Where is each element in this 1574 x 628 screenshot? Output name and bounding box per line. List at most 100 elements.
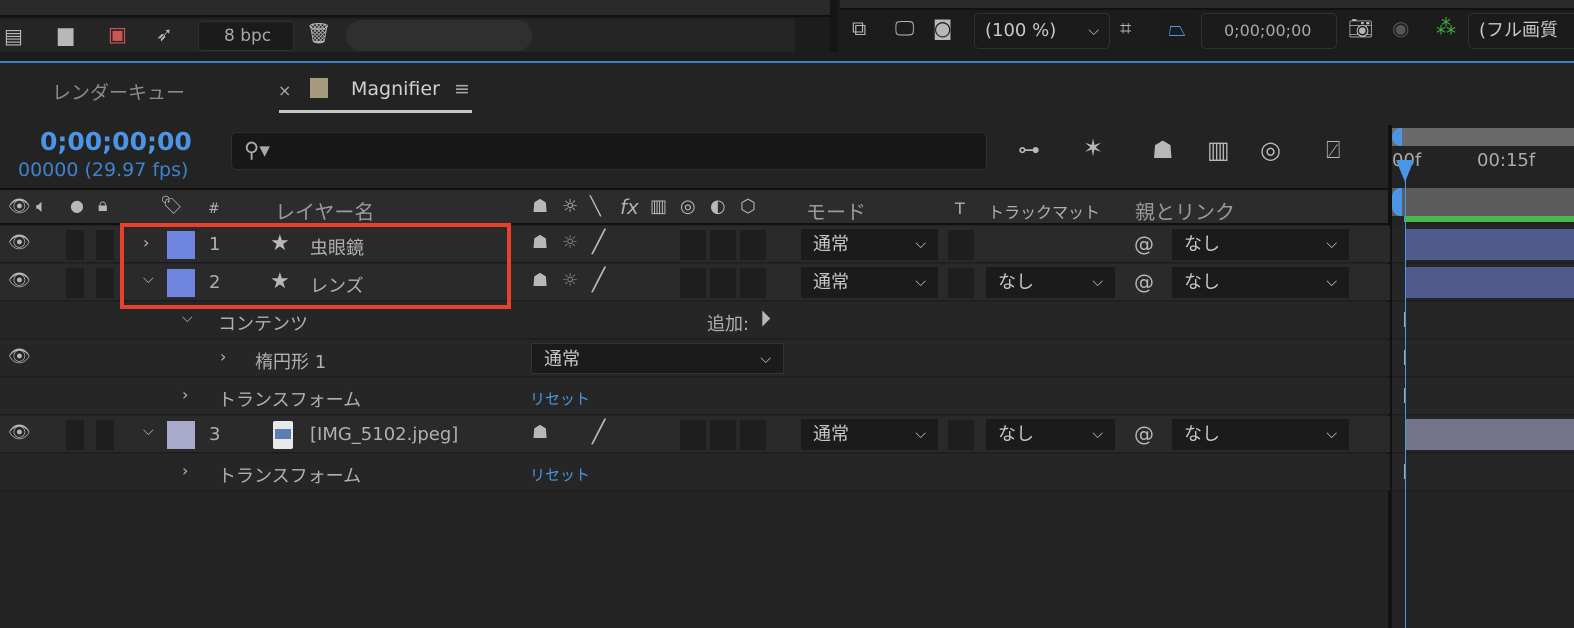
- shy-icon[interactable]: ☗: [532, 424, 548, 442]
- audio-toggle[interactable]: [66, 230, 84, 260]
- snapshot-camera-icon[interactable]: 📷︎: [1348, 18, 1373, 38]
- transparency-grid-toggle[interactable]: ⏢: [1157, 13, 1197, 49]
- mode-dropdown[interactable]: 通常 ⌵: [801, 267, 938, 298]
- visibility-eye-icon[interactable]: 👁︎: [8, 272, 31, 290]
- folder-icon[interactable]: ▆: [58, 24, 73, 44]
- vr-mask-icon[interactable]: ◙: [933, 18, 952, 38]
- layer-name[interactable]: [IMG_5102.jpeg]: [310, 424, 458, 445]
- expand-chevron-icon[interactable]: ›: [182, 387, 188, 403]
- parent-dropdown[interactable]: なし ⌵: [1172, 229, 1349, 260]
- visibility-eye-icon[interactable]: 👁︎: [8, 234, 31, 252]
- switch-box[interactable]: [680, 230, 706, 260]
- expand-chevron-icon[interactable]: ›: [220, 349, 226, 365]
- monitor-icon[interactable]: 🖵: [895, 18, 914, 38]
- preserve-transparency-toggle[interactable]: [948, 230, 974, 260]
- render-icon[interactable]: ➶: [156, 24, 173, 44]
- visibility-eye-icon[interactable]: 👁︎: [8, 348, 31, 366]
- ellipse-row[interactable]: 👁︎ › 楕円形 1 通常 ⌵: [0, 340, 1390, 377]
- solo-toggle[interactable]: [96, 268, 114, 298]
- switch-box[interactable]: [740, 268, 766, 298]
- new-composition-icon[interactable]: ▣: [108, 24, 127, 44]
- transform-row[interactable]: › トランスフォーム リセット: [0, 378, 1390, 415]
- column-preserve-transparency[interactable]: T: [955, 199, 965, 218]
- 3d-layer-icon[interactable]: ⬡: [740, 198, 756, 216]
- video-eye-icon[interactable]: 👁︎: [8, 198, 31, 216]
- timeline-track-1[interactable]: [1392, 226, 1574, 263]
- playhead-handle[interactable]: [1396, 160, 1414, 182]
- column-track-matte[interactable]: トラックマット: [988, 199, 1100, 223]
- collapse-icon[interactable]: ☼: [562, 272, 578, 290]
- duration-start-handle[interactable]: [1392, 188, 1402, 216]
- column-mode[interactable]: モード: [806, 196, 866, 225]
- switch-box[interactable]: [710, 230, 736, 260]
- column-parent-link[interactable]: 親とリンク: [1135, 196, 1235, 225]
- collapse-icon[interactable]: ☼: [562, 234, 578, 252]
- frame-blend-switch-icon[interactable]: ▥: [650, 198, 667, 216]
- frame-blending-icon[interactable]: ▥: [1207, 138, 1230, 162]
- transform-label[interactable]: トランスフォーム: [218, 386, 361, 412]
- reset-link[interactable]: リセット: [530, 388, 590, 409]
- layer-duration-bar[interactable]: [1406, 229, 1574, 260]
- layer-search-input[interactable]: ⚲▾: [231, 132, 987, 170]
- collapse-chevron-icon[interactable]: ⌵: [143, 424, 154, 438]
- quality-switch-icon[interactable]: ╲: [590, 198, 601, 216]
- playhead-line[interactable]: [1405, 160, 1406, 628]
- trash-icon[interactable]: 🗑: [306, 23, 331, 43]
- switch-box[interactable]: [740, 230, 766, 260]
- mode-dropdown[interactable]: 通常 ⌵: [801, 229, 938, 260]
- preserve-transparency-toggle[interactable]: [948, 268, 974, 298]
- solo-toggle[interactable]: [96, 230, 114, 260]
- comp-flowchart-icon[interactable]: ⊶: [1018, 140, 1040, 162]
- column-layer-name[interactable]: レイヤー名: [275, 196, 374, 225]
- track-matte-dropdown[interactable]: なし ⌵: [986, 267, 1115, 298]
- label-color[interactable]: [167, 421, 195, 449]
- audio-toggle[interactable]: [66, 420, 84, 450]
- layer-duration-bar[interactable]: [1406, 419, 1574, 450]
- switch-box[interactable]: [740, 420, 766, 450]
- transform-label[interactable]: トランスフォーム: [218, 462, 361, 488]
- effects-switch-icon[interactable]: fx: [620, 195, 639, 219]
- lock-icon[interactable]: 🔒︎: [98, 197, 108, 215]
- parent-dropdown[interactable]: なし ⌵: [1172, 267, 1349, 298]
- switch-box[interactable]: [680, 420, 706, 450]
- channel-rgb-icon[interactable]: ⁂: [1436, 17, 1456, 37]
- ellipse-mode-dropdown[interactable]: 通常 ⌵: [531, 343, 784, 374]
- current-time[interactable]: 0;00;00;00: [40, 127, 192, 156]
- pickwhip-spiral-icon[interactable]: @: [1134, 272, 1154, 292]
- resolution-dropdown[interactable]: (フル画質: [1468, 13, 1574, 49]
- parent-dropdown[interactable]: なし ⌵: [1172, 419, 1349, 450]
- mode-dropdown[interactable]: 通常 ⌵: [801, 419, 938, 450]
- expand-chevron-icon[interactable]: ›: [182, 463, 188, 479]
- shy-switch-icon[interactable]: ☗: [532, 198, 548, 216]
- bpc-button[interactable]: 8 bpc: [198, 21, 294, 51]
- tab-magnifier[interactable]: Magnifier: [351, 78, 440, 100]
- region-of-interest-icon[interactable]: ⌗: [1120, 18, 1131, 38]
- label-tag-icon[interactable]: 🏷︎: [160, 197, 183, 215]
- quality-icon[interactable]: ╱: [592, 422, 605, 444]
- interpret-footage-icon[interactable]: ▤: [4, 26, 23, 46]
- collapse-switch-icon[interactable]: ☼: [562, 198, 578, 216]
- solo-icon[interactable]: ●: [70, 198, 84, 214]
- visibility-eye-icon[interactable]: 👁︎: [8, 424, 31, 442]
- graph-editor-icon[interactable]: ⍁: [1326, 138, 1340, 162]
- comp-duration-bar[interactable]: [1392, 188, 1574, 216]
- panel-menu-icon[interactable]: ≡: [454, 78, 470, 100]
- layer-duration-bar[interactable]: [1406, 267, 1574, 298]
- shy-layers-icon[interactable]: ☗: [1152, 138, 1174, 162]
- solo-toggle[interactable]: [96, 420, 114, 450]
- track-matte-dropdown[interactable]: なし ⌵: [986, 419, 1115, 450]
- tab-render-queue[interactable]: レンダーキュー: [52, 78, 185, 105]
- pickwhip-spiral-icon[interactable]: @: [1134, 424, 1154, 444]
- timeline-track-2[interactable]: [1392, 264, 1574, 301]
- quality-icon[interactable]: ╱: [592, 232, 605, 254]
- reset-link[interactable]: リセット: [530, 464, 590, 485]
- switch-box[interactable]: [710, 268, 736, 298]
- transform-row-3[interactable]: › トランスフォーム リセット: [0, 454, 1390, 491]
- audio-toggle[interactable]: [66, 268, 84, 298]
- layer-row-3[interactable]: 👁︎ ⌵ 3 [IMG_5102.jpeg] ☗ ╱ 通常 ⌵ なし ⌵ @ なし ⌵: [0, 416, 1390, 453]
- add-play-icon[interactable]: ⏵: [760, 309, 771, 331]
- audio-icon[interactable]: 🔈︎: [36, 198, 47, 216]
- draft-3d-icon[interactable]: ✶: [1083, 136, 1103, 160]
- show-snapshot-icon[interactable]: ◉: [1392, 18, 1409, 38]
- viewer-timecode[interactable]: 0;00;00;00: [1201, 13, 1337, 49]
